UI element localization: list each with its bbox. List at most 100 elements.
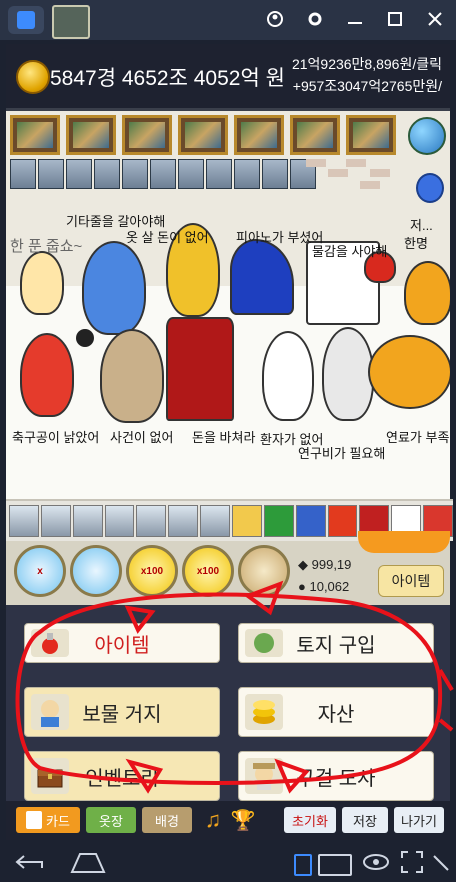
- income-per-click: 21억9236만8,896원/클릭: [291, 56, 442, 72]
- tap-boost-button[interactable]: x: [14, 545, 66, 597]
- judge-character[interactable]: [100, 329, 164, 423]
- items-menu-button[interactable]: 아이템: [24, 623, 220, 663]
- assets-button[interactable]: 자산: [238, 687, 434, 737]
- home-nav-icon[interactable]: [70, 852, 106, 879]
- painting-frame: [290, 115, 340, 155]
- speech-bubble: 연구비가 필요해: [298, 446, 386, 461]
- money-bag-count: ● 10,062: [298, 579, 349, 594]
- trophy-icon[interactable]: 🏆: [230, 807, 256, 833]
- maximize-icon[interactable]: [386, 10, 404, 28]
- speech-bubble: 한명: [404, 236, 428, 251]
- apartment-icon: [40, 505, 71, 537]
- potion-icon: [31, 629, 69, 657]
- booster-label: x100: [196, 565, 220, 577]
- building-icon: [262, 159, 288, 189]
- wall-brick: [328, 169, 348, 177]
- begging-master-button[interactable]: 구걸 도사: [238, 751, 434, 801]
- menu-label: 인벤토리: [85, 767, 159, 790]
- save-button[interactable]: 저장: [342, 807, 388, 833]
- buy-land-button[interactable]: 토지 구입: [238, 623, 434, 663]
- game-screen: 5847경 4652조 4052억 원 21억9236만8,896원/클릭 +9…: [6, 44, 454, 840]
- rotate-icon[interactable]: [432, 854, 450, 877]
- beggar-master-button[interactable]: [238, 545, 290, 597]
- soccer-player-character[interactable]: [20, 333, 74, 417]
- highrise-icon: [200, 505, 231, 537]
- speech-bubble: 축구공이 낡았어: [12, 430, 100, 445]
- gem-count: ◆ 999,19: [298, 557, 351, 573]
- painting-frame: [178, 115, 228, 155]
- window-controls: [266, 10, 444, 28]
- exit-button[interactable]: 나가기: [394, 807, 444, 833]
- game-scene[interactable]: 기타줄을 갈아야해 옷 살 돈이 없어 피아노가 부셨어 물감을 사야해 한 푼…: [6, 111, 450, 499]
- bottom-toolbar: 카드 옷장 배경 ♫ 🏆 초기화 저장 나가기: [6, 801, 450, 840]
- inventory-button[interactable]: 인벤토리: [24, 751, 220, 801]
- android-nav-bar: [0, 842, 456, 882]
- fullscreen-icon[interactable]: [400, 850, 424, 879]
- back-icon[interactable]: [14, 852, 48, 877]
- reset-button[interactable]: 초기화: [284, 807, 336, 833]
- speech-bubble: 사건이 없어: [110, 430, 174, 445]
- gem-icon: ◆: [298, 557, 308, 572]
- account-icon[interactable]: [266, 10, 284, 28]
- alien-ufo-icon: [368, 335, 450, 409]
- speech-bubble: 물감을 사야해: [312, 244, 388, 259]
- item-button[interactable]: 아이템: [378, 565, 444, 597]
- minimize-icon[interactable]: [346, 10, 364, 28]
- money-header: 5847경 4652조 4052억 원 21억9236만8,896원/클릭 +9…: [6, 44, 450, 111]
- building-icon: [38, 159, 64, 189]
- coin-stack-icon: [16, 60, 50, 94]
- building-icon: [66, 159, 92, 189]
- settings-icon[interactable]: [306, 10, 324, 28]
- music-icon[interactable]: ♫: [200, 807, 226, 833]
- painting-frame: [346, 115, 396, 155]
- painting-frame: [66, 115, 116, 155]
- booster-label: x: [37, 565, 43, 577]
- office-icon: [136, 505, 167, 537]
- painting-frame: [122, 115, 172, 155]
- speech-bubble: 돈을 바쳐라: [192, 430, 256, 445]
- coin-x100-button[interactable]: x100: [182, 545, 234, 597]
- home-icon: [17, 11, 35, 29]
- game-app-icon[interactable]: [52, 5, 90, 39]
- king-character[interactable]: [166, 317, 234, 421]
- hidden-panel-tab[interactable]: [358, 531, 450, 553]
- potion-flask-icon: [416, 173, 444, 203]
- background-button[interactable]: 배경: [142, 807, 192, 833]
- burger-brand-icon: [327, 505, 358, 537]
- coin-boost-button[interactable]: [70, 545, 122, 597]
- wardrobe-button[interactable]: 옷장: [86, 807, 136, 833]
- tower-icon: [104, 505, 135, 537]
- speech-bubble: 옷 살 돈이 없어: [126, 230, 209, 245]
- speech-bubble: 저...: [410, 218, 433, 233]
- building-icon: [178, 159, 204, 189]
- painting-frame: [10, 115, 60, 155]
- globe-icon: [408, 117, 446, 155]
- menu-label: 보물 거지: [82, 703, 162, 726]
- device-icon[interactable]: [294, 854, 312, 876]
- painting-frame: [234, 115, 284, 155]
- eye-icon[interactable]: [362, 852, 390, 877]
- doctor-character[interactable]: [262, 331, 314, 421]
- guitarist-character[interactable]: [82, 241, 146, 335]
- card-button[interactable]: 카드: [16, 807, 80, 833]
- beggar-character[interactable]: [20, 251, 64, 315]
- home-button[interactable]: [8, 6, 44, 34]
- gem-value: 999,19: [311, 557, 352, 572]
- close-icon[interactable]: [426, 10, 444, 28]
- treasure-beggar-button[interactable]: 보물 거지: [24, 687, 220, 737]
- building-icon: [94, 159, 120, 189]
- house-icon: [9, 505, 39, 537]
- menu-label: 구걸 도사: [296, 767, 376, 790]
- wall-brick: [360, 181, 380, 189]
- card-icon: [26, 811, 43, 829]
- chat-brand-icon: [232, 505, 262, 537]
- bag-value: 10,062: [309, 579, 350, 594]
- skyscraper-icon: [168, 505, 199, 537]
- speech-bubble: 한 푼 줍쇼~: [10, 238, 83, 255]
- scientist-character[interactable]: [322, 327, 374, 421]
- tap-x100-button[interactable]: x100: [126, 545, 178, 597]
- wall-brick: [370, 169, 390, 177]
- beggar-portrait-icon: [31, 694, 69, 730]
- speech-bubble: 연료가 부족해: [386, 430, 450, 445]
- keyboard-icon[interactable]: [318, 854, 352, 876]
